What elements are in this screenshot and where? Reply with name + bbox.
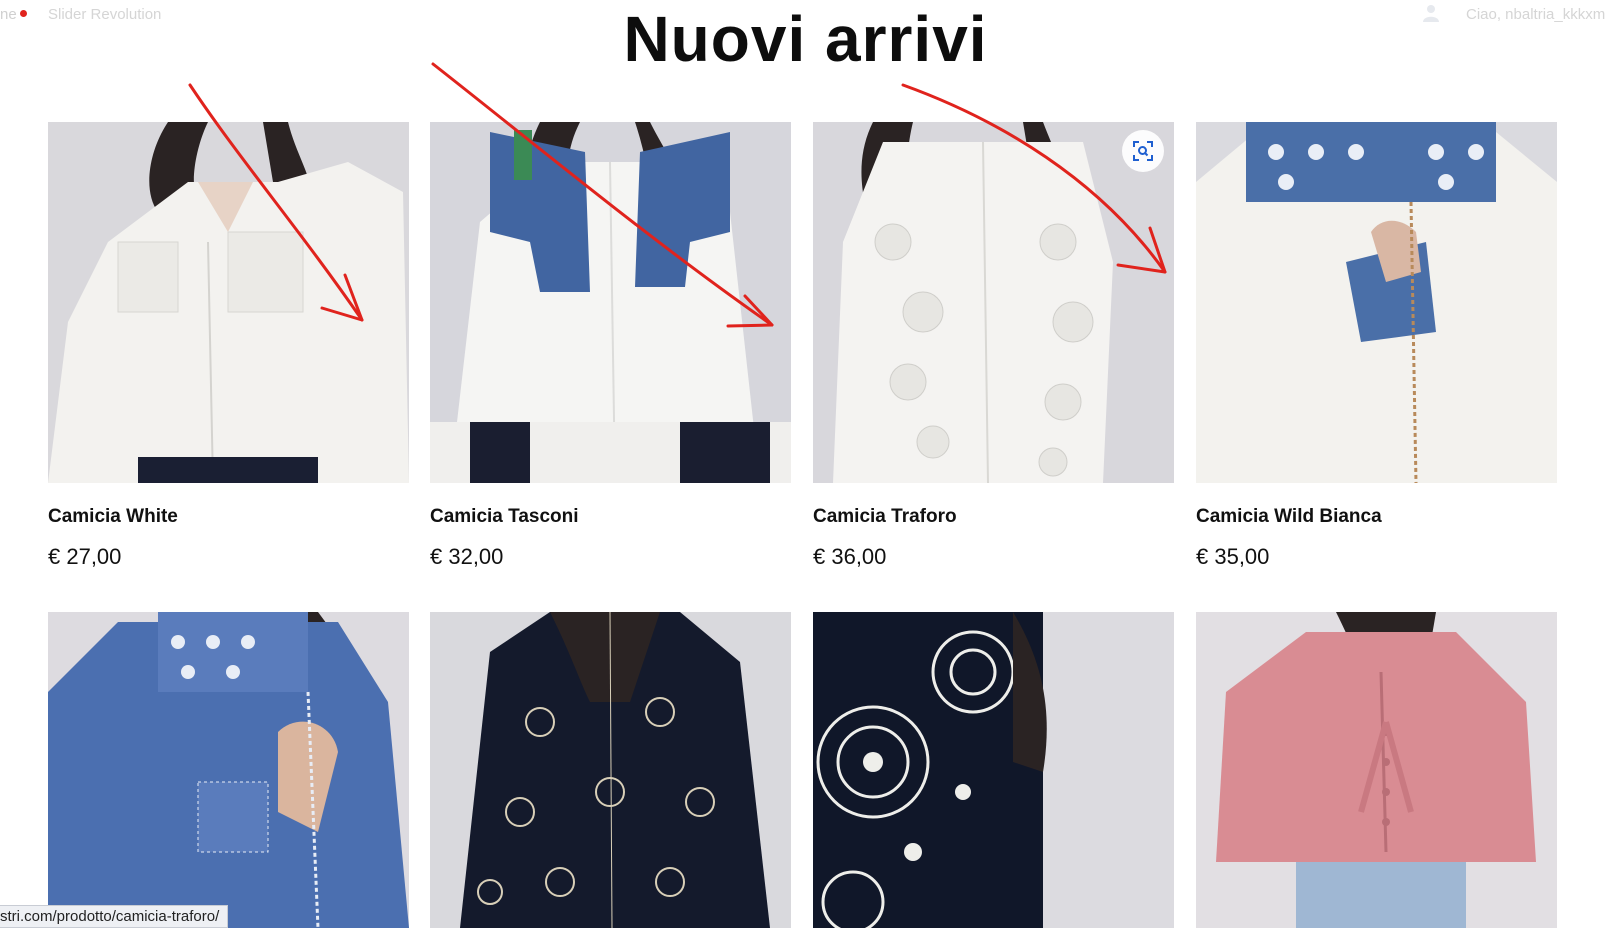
- section-title: Nuovi arrivi: [623, 3, 988, 75]
- product-image[interactable]: [430, 612, 791, 928]
- product-image[interactable]: [813, 612, 1174, 928]
- product-price: € 35,00: [1196, 544, 1270, 569]
- product-price: € 32,00: [430, 544, 504, 569]
- zoom-icon: [1133, 141, 1153, 161]
- product-price: € 36,00: [813, 544, 887, 569]
- product-name[interactable]: Camicia Wild Bianca: [1196, 506, 1382, 528]
- product-image[interactable]: [430, 122, 791, 483]
- product-name[interactable]: Camicia Traforo: [813, 506, 957, 528]
- product-image[interactable]: [48, 612, 409, 928]
- product-name[interactable]: Camicia White: [48, 506, 178, 528]
- product-image[interactable]: [1196, 122, 1557, 483]
- status-bar-url: stri.com/prodotto/camicia-traforo/: [0, 905, 229, 928]
- product-image[interactable]: [1196, 612, 1557, 928]
- product-name[interactable]: Camicia Tasconi: [430, 506, 579, 528]
- product-price: € 27,00: [48, 544, 122, 569]
- zoom-button[interactable]: [1122, 130, 1164, 172]
- product-image[interactable]: [813, 122, 1174, 483]
- product-image[interactable]: [48, 122, 409, 483]
